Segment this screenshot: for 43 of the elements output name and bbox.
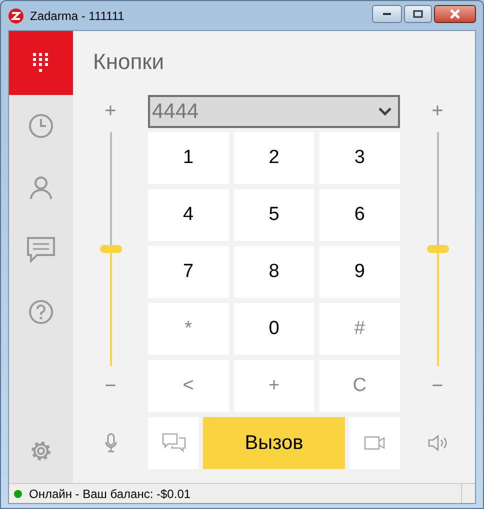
slider-thumb[interactable] [426,245,448,253]
speaker-icon[interactable] [428,435,448,451]
page-title: Кнопки [93,48,166,76]
microphone-icon[interactable] [104,433,116,453]
dialpad-icon [32,52,50,74]
slider-thumb[interactable] [100,245,122,253]
minimize-button[interactable] [372,4,402,22]
volume-slider[interactable] [426,132,448,366]
status-text: Онлайн - Ваш баланс: -$0.01 [29,486,191,502]
person-icon [30,176,52,200]
keypad-key[interactable]: C [319,360,400,412]
keypad-key[interactable]: 9 [319,246,400,298]
minimize-icon [382,12,392,16]
maximize-icon [413,10,423,18]
chat-button[interactable] [148,417,199,469]
keypad-key[interactable]: # [319,303,400,355]
keypad-key[interactable]: 6 [319,189,400,241]
keypad-key[interactable]: 5 [234,189,314,241]
keypad-key[interactable]: 7 [148,246,229,298]
chevron-down-icon [378,107,392,116]
keypad-key[interactable]: 3 [319,132,400,184]
keypad-key[interactable]: 2 [234,132,314,184]
keypad-key[interactable]: + [234,360,314,412]
close-button[interactable] [434,4,476,22]
keypad-key[interactable]: 8 [234,246,314,298]
keypad-key[interactable]: < [148,360,229,412]
keypad-key[interactable]: 4 [148,189,229,241]
chat-bubbles-icon [162,433,186,453]
keypad-key[interactable]: 1 [148,132,229,184]
window-title: Zadarma - 111111 [30,8,124,24]
chat-icon [27,237,55,263]
sidebar-item[interactable] [9,31,73,95]
volume-slider[interactable] [100,132,122,366]
call-button[interactable]: Вызов [203,417,345,469]
video-camera-icon [364,436,386,450]
keypad-key[interactable]: * [148,303,229,355]
video-call-button[interactable] [349,417,400,469]
maximize-button[interactable] [404,4,432,22]
clock-icon [28,113,54,139]
app-logo-icon [8,8,24,24]
keypad-key[interactable]: 0 [234,303,314,355]
close-icon [449,8,461,18]
help-icon [28,299,54,325]
